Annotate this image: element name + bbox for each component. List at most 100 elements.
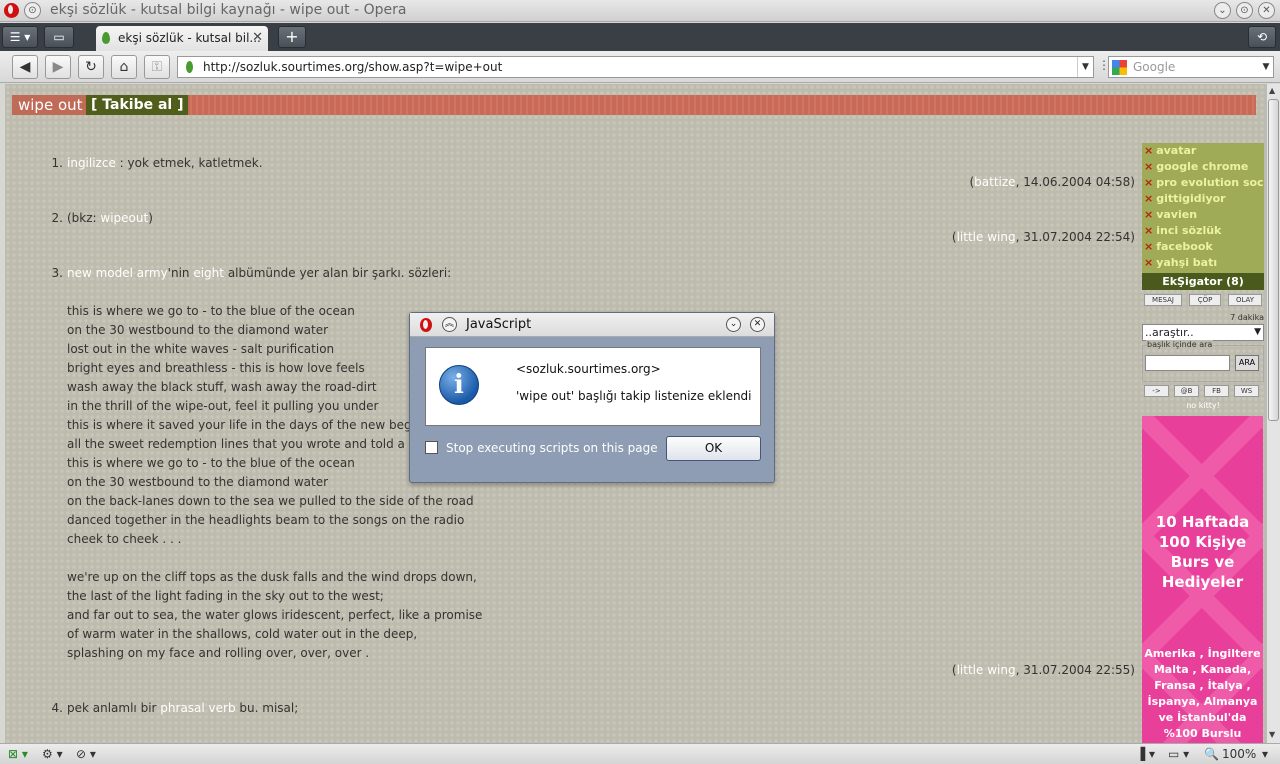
remove-icon[interactable]: ×	[1144, 160, 1153, 173]
entry-text: on the 30 westbound to the diamond water	[67, 475, 329, 489]
fb-button[interactable]: FB	[1204, 385, 1229, 397]
scrollbar-thumb[interactable]	[1268, 99, 1279, 421]
tab-eksi-sozluk[interactable]: ekşi sözlük - kutsal bil... ✕	[96, 26, 268, 51]
stop-scripts-checkbox[interactable]	[425, 441, 438, 454]
home-icon[interactable]: ⌂	[111, 55, 137, 79]
minimize-icon[interactable]: ⌄	[1214, 2, 1231, 19]
speed-dial-icon[interactable]: ⊠ ▾	[8, 747, 28, 761]
entry-text: in the thrill of the wipe-out, feel it p…	[67, 399, 379, 413]
mesaj-button[interactable]: MESAJ	[1144, 294, 1182, 306]
address-field[interactable]: http://sozluk.sourtimes.org/show.asp?t=w…	[177, 56, 1094, 78]
entry-text: albümünde yer alan bir şarkı. sözleri:	[224, 266, 452, 280]
remove-icon[interactable]: ×	[1144, 240, 1153, 253]
followed-topic-item[interactable]: × gittigidiyor	[1142, 192, 1264, 208]
unite-icon[interactable]: ⚙ ▾	[42, 747, 63, 761]
followed-topic-label[interactable]: gittigidiyor	[1156, 192, 1225, 205]
remove-icon[interactable]: ×	[1144, 224, 1153, 237]
scholarship-ad-banner[interactable]: 10 Haftada 100 Kişiye Burs ve Hediyeler …	[1142, 416, 1263, 743]
stop-scripts-label[interactable]: Stop executing scripts on this page	[446, 441, 658, 455]
followed-topic-item[interactable]: × yahşi batı	[1142, 256, 1264, 272]
search-dropdown-icon[interactable]: ▼	[1259, 57, 1273, 77]
topic-title[interactable]: wipe out	[12, 95, 89, 115]
followed-topic-label[interactable]: vavien	[1156, 208, 1197, 221]
followed-topic-label[interactable]: pro evolution socc...	[1156, 176, 1264, 189]
followed-topic-label[interactable]: google chrome	[1156, 160, 1248, 173]
tab-close-icon[interactable]: ✕	[252, 30, 263, 45]
search-field[interactable]: Google ▼	[1108, 56, 1274, 78]
dialog-title: JavaScript	[466, 317, 532, 332]
window-menu-icon[interactable]: ⊙	[24, 2, 41, 19]
eksigator-link[interactable]: EkŞigator (8)	[1142, 273, 1264, 290]
entry-number: 3.	[51, 266, 63, 280]
select-value: ..araştır..	[1145, 326, 1194, 339]
forward-icon[interactable]: ▶	[45, 55, 71, 79]
search-button[interactable]: ARA	[1235, 355, 1259, 371]
entry-line: danced together in the headlights beam t…	[67, 511, 464, 530]
view-icon[interactable]: ▭ ▾	[1168, 747, 1189, 761]
author-link[interactable]: battize	[974, 175, 1015, 189]
followed-topic-label[interactable]: avatar	[1156, 144, 1196, 157]
followed-topic-item[interactable]: × google chrome	[1142, 160, 1264, 176]
dialog-menu-icon[interactable]: ⌄	[726, 317, 741, 332]
entry-line: the last of the light fading in the sky …	[67, 587, 384, 606]
followed-topic-item[interactable]: × vavien	[1142, 208, 1264, 224]
remove-icon[interactable]: ×	[1144, 208, 1153, 221]
ws-button[interactable]: WS	[1234, 385, 1259, 397]
vertical-scrollbar[interactable]: ▲ ▼	[1266, 84, 1280, 743]
topic-search-input[interactable]	[1145, 355, 1230, 371]
followed-topic-item[interactable]: × avatar	[1142, 144, 1264, 160]
followed-topic-label[interactable]: yahşi batı	[1156, 256, 1217, 269]
entry-text: danced together in the headlights beam t…	[67, 513, 465, 527]
remove-icon[interactable]: ×	[1144, 256, 1153, 269]
entry-link[interactable]: wipeout	[100, 211, 148, 225]
entry-link[interactable]: phrasal verb	[160, 701, 235, 715]
zoom-icon[interactable]: 🔍	[1204, 747, 1219, 761]
followed-topic-item[interactable]: ×pro evolution socc...	[1142, 176, 1264, 192]
turbo-icon[interactable]: ⊘ ▾	[76, 747, 96, 761]
opera-logo-icon[interactable]	[4, 3, 19, 18]
followed-topic-label[interactable]: facebook	[1156, 240, 1213, 253]
author-link[interactable]: little wing	[957, 230, 1016, 244]
address-dropdown-icon[interactable]: ▼	[1077, 57, 1093, 77]
zoom-level[interactable]: 100%	[1222, 747, 1256, 761]
search-type-select[interactable]: ..araştır.. ▼	[1142, 324, 1264, 341]
followed-topic-item[interactable]: × inci sözlük	[1142, 224, 1264, 240]
entry-line: on the 30 westbound to the diamond water	[67, 473, 328, 492]
followed-topic-label[interactable]: inci sözlük	[1156, 224, 1221, 237]
remove-icon[interactable]: ×	[1144, 176, 1153, 189]
at-b-button[interactable]: @B	[1174, 385, 1199, 397]
dialog-collapse-icon[interactable]: ︽	[442, 317, 457, 332]
author-link[interactable]: little wing	[957, 663, 1016, 677]
new-tab-button[interactable]: +	[278, 26, 306, 48]
entry-text: bu. misal;	[235, 701, 299, 715]
olay-button[interactable]: OLAY	[1228, 294, 1262, 306]
scroll-up-icon[interactable]: ▲	[1269, 86, 1275, 95]
remove-icon[interactable]: ×	[1144, 144, 1153, 157]
dialog-close-icon[interactable]: ✕	[750, 317, 765, 332]
google-icon[interactable]	[1112, 60, 1127, 75]
followed-topics-list: ×avatar×google chrome×pro evolution socc…	[1142, 143, 1264, 273]
entry-link[interactable]: eight	[193, 266, 224, 280]
reload-icon[interactable]: ↻	[78, 55, 104, 79]
wand-icon[interactable]: ⚿	[144, 55, 170, 79]
arrow-link-button[interactable]: ->	[1144, 385, 1169, 397]
cop-button[interactable]: ÇÖP	[1189, 294, 1221, 306]
ok-button[interactable]: OK	[666, 436, 761, 461]
follow-topic-button[interactable]: [ Takibe al ]	[86, 95, 189, 115]
entry-link[interactable]: new model army	[67, 266, 168, 280]
maximize-icon[interactable]: ⊙	[1236, 2, 1253, 19]
zoom-dropdown-icon[interactable]: ▾	[1262, 747, 1268, 761]
entry-date: , 31.07.2004 22:55)	[1015, 663, 1135, 677]
followed-topic-item[interactable]: × facebook	[1142, 240, 1264, 256]
closed-tabs-icon[interactable]: ⟲	[1248, 26, 1276, 48]
panel-toggle-icon[interactable]: ▭	[44, 26, 74, 48]
panel-icon[interactable]: ▐ ▾	[1136, 747, 1155, 761]
opera-menu-button[interactable]: ☰ ▾	[2, 26, 38, 48]
back-icon[interactable]: ◀	[12, 55, 38, 79]
close-window-icon[interactable]: ✕	[1258, 2, 1275, 19]
scroll-down-icon[interactable]: ▼	[1269, 730, 1275, 739]
entry-link[interactable]: ingilizce	[67, 156, 116, 170]
remove-icon[interactable]: ×	[1144, 192, 1153, 205]
no-kitty-link[interactable]: no kitty!	[1142, 401, 1264, 410]
url-text[interactable]: http://sozluk.sourtimes.org/show.asp?t=w…	[203, 60, 502, 74]
